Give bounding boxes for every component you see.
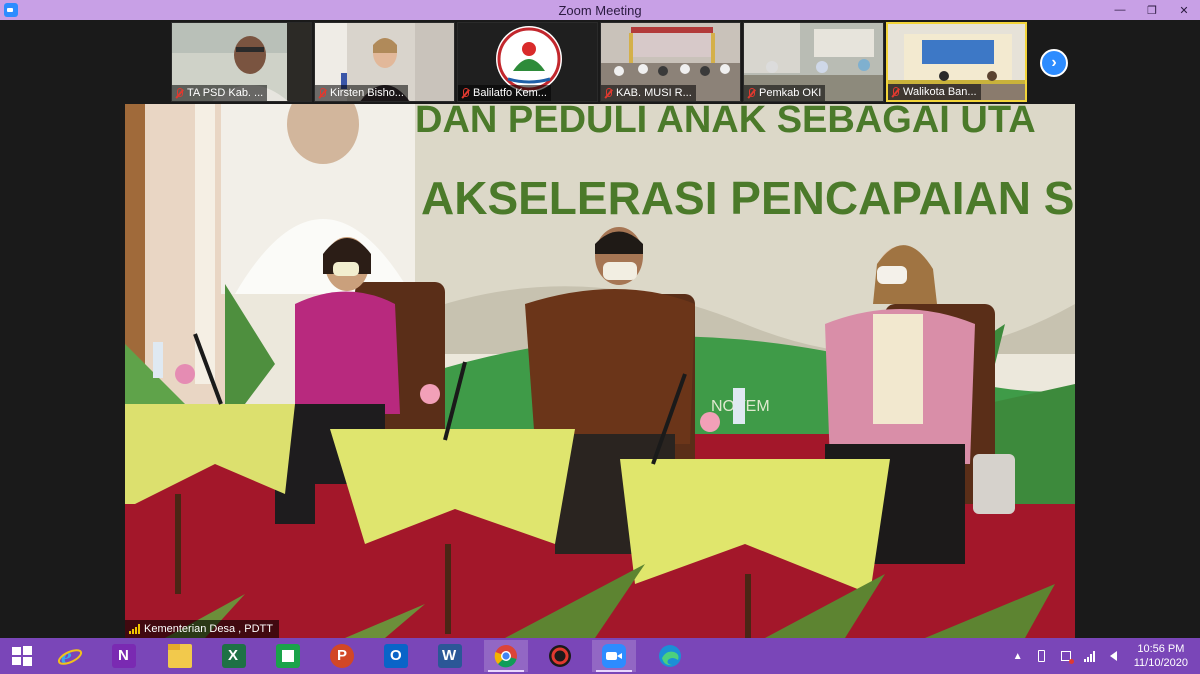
taskbar-app-file-explorer[interactable] <box>158 640 202 672</box>
participant-name-tag: Kirsten Bisho... <box>315 85 408 101</box>
ie-icon: e <box>57 644 83 669</box>
participant-name-tag: Balilatfo Kem... <box>458 85 551 101</box>
start-button[interactable] <box>0 640 44 672</box>
signal-strength-icon <box>129 624 140 634</box>
chevron-up-icon[interactable]: ▲ <box>1010 648 1026 664</box>
speaker-name: Kementerian Desa , PDTT <box>144 623 273 635</box>
participant-name-tag: Walikota Ban... <box>888 84 981 100</box>
outlook-icon: O <box>384 644 408 668</box>
window-controls: — ❐ ✕ <box>1104 0 1200 20</box>
next-participants-button[interactable]: › <box>1040 49 1068 77</box>
taskbar-app-chrome[interactable] <box>484 640 528 672</box>
title-bar: Zoom Meeting — ❐ ✕ <box>0 0 1200 20</box>
store-icon <box>276 644 300 668</box>
participant-name: Balilatfo Kem... <box>473 87 547 99</box>
participant-name: Walikota Ban... <box>903 86 977 98</box>
zoom-icon <box>602 644 626 668</box>
participant-thumbnail[interactable]: Kirsten Bisho... <box>314 22 455 102</box>
taskbar-app-circle[interactable] <box>538 640 582 672</box>
taskbar-app-store[interactable] <box>266 640 310 672</box>
participant-strip: TA PSD Kab. ... Kirsten Bisho... Balilat… <box>0 20 1200 104</box>
mic-muted-icon <box>746 87 756 99</box>
mic-muted-icon <box>603 87 613 99</box>
clock-date: 11/10/2020 <box>1133 657 1188 669</box>
taskbar-app-powerpoint[interactable]: P <box>320 640 364 672</box>
windows-logo-icon <box>12 646 32 666</box>
participant-thumbnail[interactable]: Walikota Ban... <box>886 22 1027 102</box>
chevron-right-icon: › <box>1051 54 1057 71</box>
participant-name: KAB. MUSI R... <box>616 87 692 99</box>
system-tray: ▲ 10:56 PM 11/10/2020 <box>1006 638 1200 674</box>
chrome-icon <box>494 645 517 668</box>
main-video[interactable]: DAN PEDULI ANAK SEBAGAI UTA AKSELERASI P… <box>125 104 1075 638</box>
participant-name: Kirsten Bisho... <box>330 87 404 99</box>
banner-line-1: DAN PEDULI ANAK SEBAGAI UTA <box>415 104 1036 141</box>
taskbar-app-onenote[interactable]: N <box>102 640 146 672</box>
edge-icon <box>659 645 681 667</box>
participant-name: TA PSD Kab. ... <box>187 87 264 99</box>
taskbar-app-zoom[interactable] <box>592 640 636 672</box>
participant-thumbnail[interactable]: TA PSD Kab. ... <box>171 22 312 102</box>
speaker-name-tag: Kementerian Desa , PDTT <box>125 620 279 638</box>
participant-name-tag: KAB. MUSI R... <box>601 85 696 101</box>
battery-icon[interactable] <box>1034 648 1050 664</box>
window-title: Zoom Meeting <box>558 2 642 18</box>
clock-time: 10:56 PM <box>1137 643 1185 655</box>
taskbar-app-internet-explorer[interactable]: e <box>48 640 92 672</box>
powerpoint-icon: P <box>330 644 354 668</box>
wifi-signal-icon[interactable] <box>1082 648 1098 664</box>
mic-muted-icon <box>890 86 900 98</box>
volume-icon[interactable] <box>1106 648 1122 664</box>
participant-name: Pemkab OKI <box>759 87 822 99</box>
circle-app-icon <box>549 645 571 667</box>
excel-icon: X <box>222 644 246 668</box>
taskbar-clock[interactable]: 10:56 PM 11/10/2020 <box>1134 642 1188 670</box>
taskbar-app-word[interactable]: W <box>428 640 472 672</box>
onenote-icon: N <box>112 644 136 668</box>
participant-name-tag: TA PSD Kab. ... <box>172 85 268 101</box>
folder-icon <box>168 644 192 668</box>
zoom-meeting-area: TA PSD Kab. ... Kirsten Bisho... Balilat… <box>0 20 1200 638</box>
participant-thumbnail[interactable]: Balilatfo Kem... <box>457 22 598 102</box>
zoom-app-icon <box>4 3 18 17</box>
mic-muted-icon <box>460 87 470 99</box>
participant-thumbnail[interactable]: KAB. MUSI R... <box>600 22 741 102</box>
close-button[interactable]: ✕ <box>1168 0 1200 20</box>
taskbar: e N X P O W ▲ 10:56 PM 11/10/2020 <box>0 638 1200 674</box>
taskbar-app-outlook[interactable]: O <box>374 640 418 672</box>
main-video-scene: DAN PEDULI ANAK SEBAGAI UTA AKSELERASI P… <box>125 104 1075 638</box>
participant-thumbnail[interactable]: Pemkab OKI <box>743 22 884 102</box>
network-flag-icon[interactable] <box>1058 648 1074 664</box>
word-icon: W <box>438 644 462 668</box>
minimize-button[interactable]: — <box>1104 0 1136 20</box>
taskbar-app-edge[interactable] <box>648 640 692 672</box>
mic-muted-icon <box>317 87 327 99</box>
mic-muted-icon <box>174 87 184 99</box>
participant-name-tag: Pemkab OKI <box>744 85 826 101</box>
restore-button[interactable]: ❐ <box>1136 0 1168 20</box>
taskbar-app-excel[interactable]: X <box>212 640 256 672</box>
banner-line-2: AKSELERASI PENCAPAIAN SDGs <box>421 172 1075 224</box>
